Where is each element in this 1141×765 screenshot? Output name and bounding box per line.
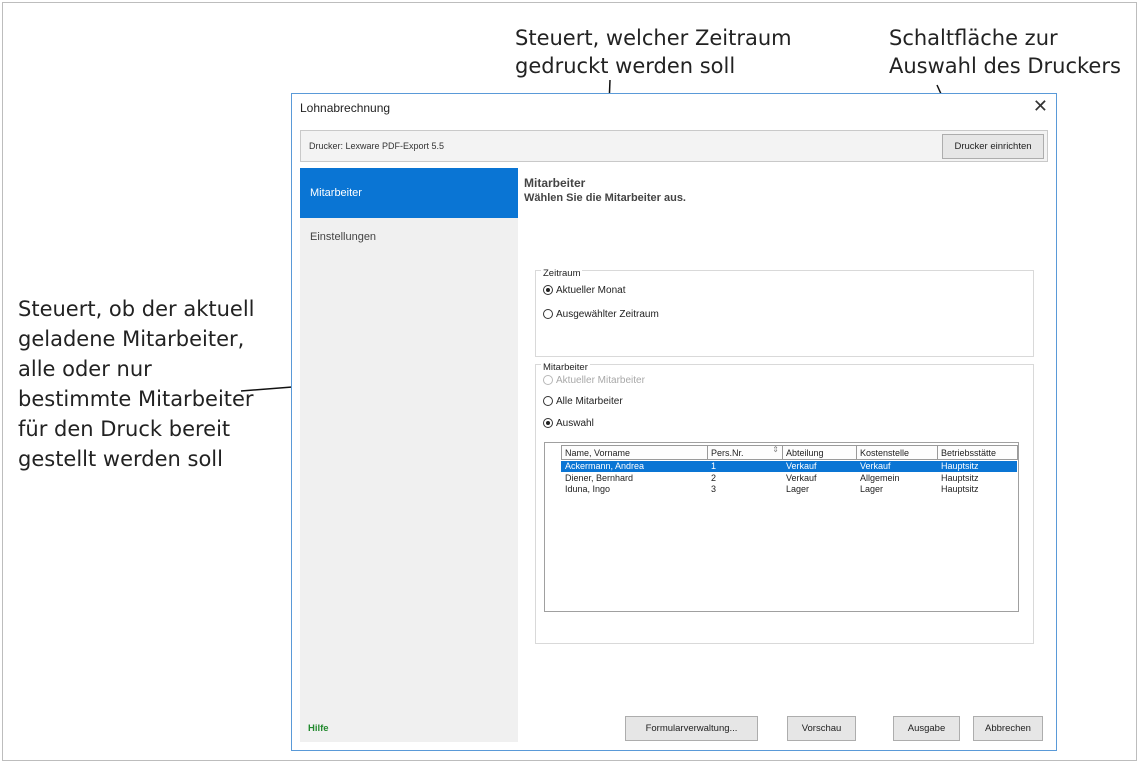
dialog-titlebar: Lohnabrechnung ✕: [292, 94, 1056, 122]
radio-disabled-icon: [543, 375, 553, 385]
mitarbeiter-group: Mitarbeiter Aktueller Mitarbeiter Alle M…: [535, 362, 1034, 644]
table-cell: Lager: [860, 484, 884, 494]
radio-selected-icon: [543, 418, 553, 428]
radio-selected-icon: [543, 285, 553, 295]
page-subtitle: Wählen Sie die Mitarbeiter aus.: [524, 192, 686, 204]
mitarbeiter-group-title: Mitarbeiter: [541, 362, 590, 373]
table-cell: Verkauf: [860, 461, 891, 471]
table-cell: Allgemein: [860, 473, 900, 483]
radio-aktueller-mitarbeiter: Aktueller Mitarbeiter: [543, 375, 645, 386]
column-header[interactable]: Abteilung: [782, 445, 857, 460]
vorschau-button[interactable]: Vorschau: [787, 716, 856, 741]
column-header[interactable]: Name, Vorname: [561, 445, 708, 460]
radio-ausgewaehlter-zeitraum[interactable]: Ausgewählter Zeitraum: [543, 309, 659, 320]
printer-bar: Drucker: Lexware PDF-Export 5.5 Drucker …: [300, 130, 1048, 162]
table-cell: Ackermann, Andrea: [565, 461, 645, 471]
formularverwaltung-button[interactable]: Formularverwaltung...: [625, 716, 758, 741]
column-header-label: Pers.Nr.: [711, 448, 744, 458]
sort-icon: ⇕: [772, 445, 779, 454]
ausgabe-button[interactable]: Ausgabe: [893, 716, 960, 741]
table-cell: Hauptsitz: [941, 484, 979, 494]
dialog-title: Lohnabrechnung: [300, 101, 391, 115]
radio-aktueller-monat[interactable]: Aktueller Monat: [543, 285, 625, 296]
close-icon[interactable]: ✕: [1033, 96, 1048, 117]
sidebar: Mitarbeiter Einstellungen: [300, 168, 518, 742]
radio-auswahl[interactable]: Auswahl: [543, 418, 594, 429]
sidebar-item-label: Mitarbeiter: [310, 187, 362, 199]
column-header[interactable]: Kostenstelle: [856, 445, 938, 460]
table-cell: Hauptsitz: [941, 461, 979, 471]
column-header[interactable]: Betriebsstätte: [937, 445, 1018, 460]
table-row[interactable]: Ackermann, Andrea 1 Verkauf Verkauf Haup…: [561, 461, 1017, 472]
table-cell: Verkauf: [786, 461, 817, 471]
radio-label: Aktueller Mitarbeiter: [556, 375, 645, 386]
table-cell: 2: [711, 473, 717, 483]
table-cell: Verkauf: [786, 473, 817, 483]
table-cell: Diener, Bernhard: [565, 473, 634, 483]
lohnabrechnung-dialog: Lohnabrechnung ✕ Drucker: Lexware PDF-Ex…: [291, 93, 1057, 751]
table-cell: 1: [711, 461, 717, 471]
page-title: Mitarbeiter: [524, 176, 586, 190]
printer-label: Drucker: Lexware PDF-Export 5.5: [309, 141, 445, 151]
employee-table[interactable]: Name, Vorname Pers.Nr. ⇕ Abteilung Kosten…: [544, 442, 1019, 612]
table-row[interactable]: Iduna, Ingo 3 Lager Lager Hauptsitz: [561, 484, 1017, 495]
table-header: Name, Vorname Pers.Nr. ⇕ Abteilung Kosten…: [561, 445, 1018, 461]
help-link[interactable]: Hilfe: [308, 723, 329, 734]
sidebar-item-label: Einstellungen: [310, 231, 377, 243]
zeitraum-group: Zeitraum Aktueller Monat Ausgewählter Ze…: [535, 268, 1034, 357]
printer-setup-button[interactable]: Drucker einrichten: [942, 134, 1044, 159]
radio-label: Auswahl: [556, 418, 594, 429]
dialog-footer: Hilfe Formularverwaltung... Vorschau Aus…: [300, 710, 1048, 746]
column-header-persnr[interactable]: Pers.Nr. ⇕: [707, 445, 783, 460]
zeitraum-group-title: Zeitraum: [541, 268, 583, 279]
radio-unselected-icon: [543, 309, 553, 319]
main-content: Mitarbeiter Wählen Sie die Mitarbeiter a…: [520, 168, 1050, 742]
radio-unselected-icon: [543, 396, 553, 406]
table-row[interactable]: Diener, Bernhard 2 Verkauf Allgemein Hau…: [561, 473, 1017, 484]
sidebar-item-einstellungen[interactable]: Einstellungen: [300, 212, 518, 262]
sidebar-item-mitarbeiter[interactable]: Mitarbeiter: [300, 168, 518, 218]
table-cell: Hauptsitz: [941, 473, 979, 483]
table-cell: 3: [711, 484, 717, 494]
radio-label: Alle Mitarbeiter: [556, 396, 623, 407]
abbrechen-button[interactable]: Abbrechen: [973, 716, 1043, 741]
radio-label: Aktueller Monat: [556, 285, 626, 296]
radio-alle-mitarbeiter[interactable]: Alle Mitarbeiter: [543, 396, 623, 407]
radio-label: Ausgewählter Zeitraum: [556, 309, 659, 320]
table-cell: Lager: [786, 484, 810, 494]
table-cell: Iduna, Ingo: [565, 484, 611, 494]
